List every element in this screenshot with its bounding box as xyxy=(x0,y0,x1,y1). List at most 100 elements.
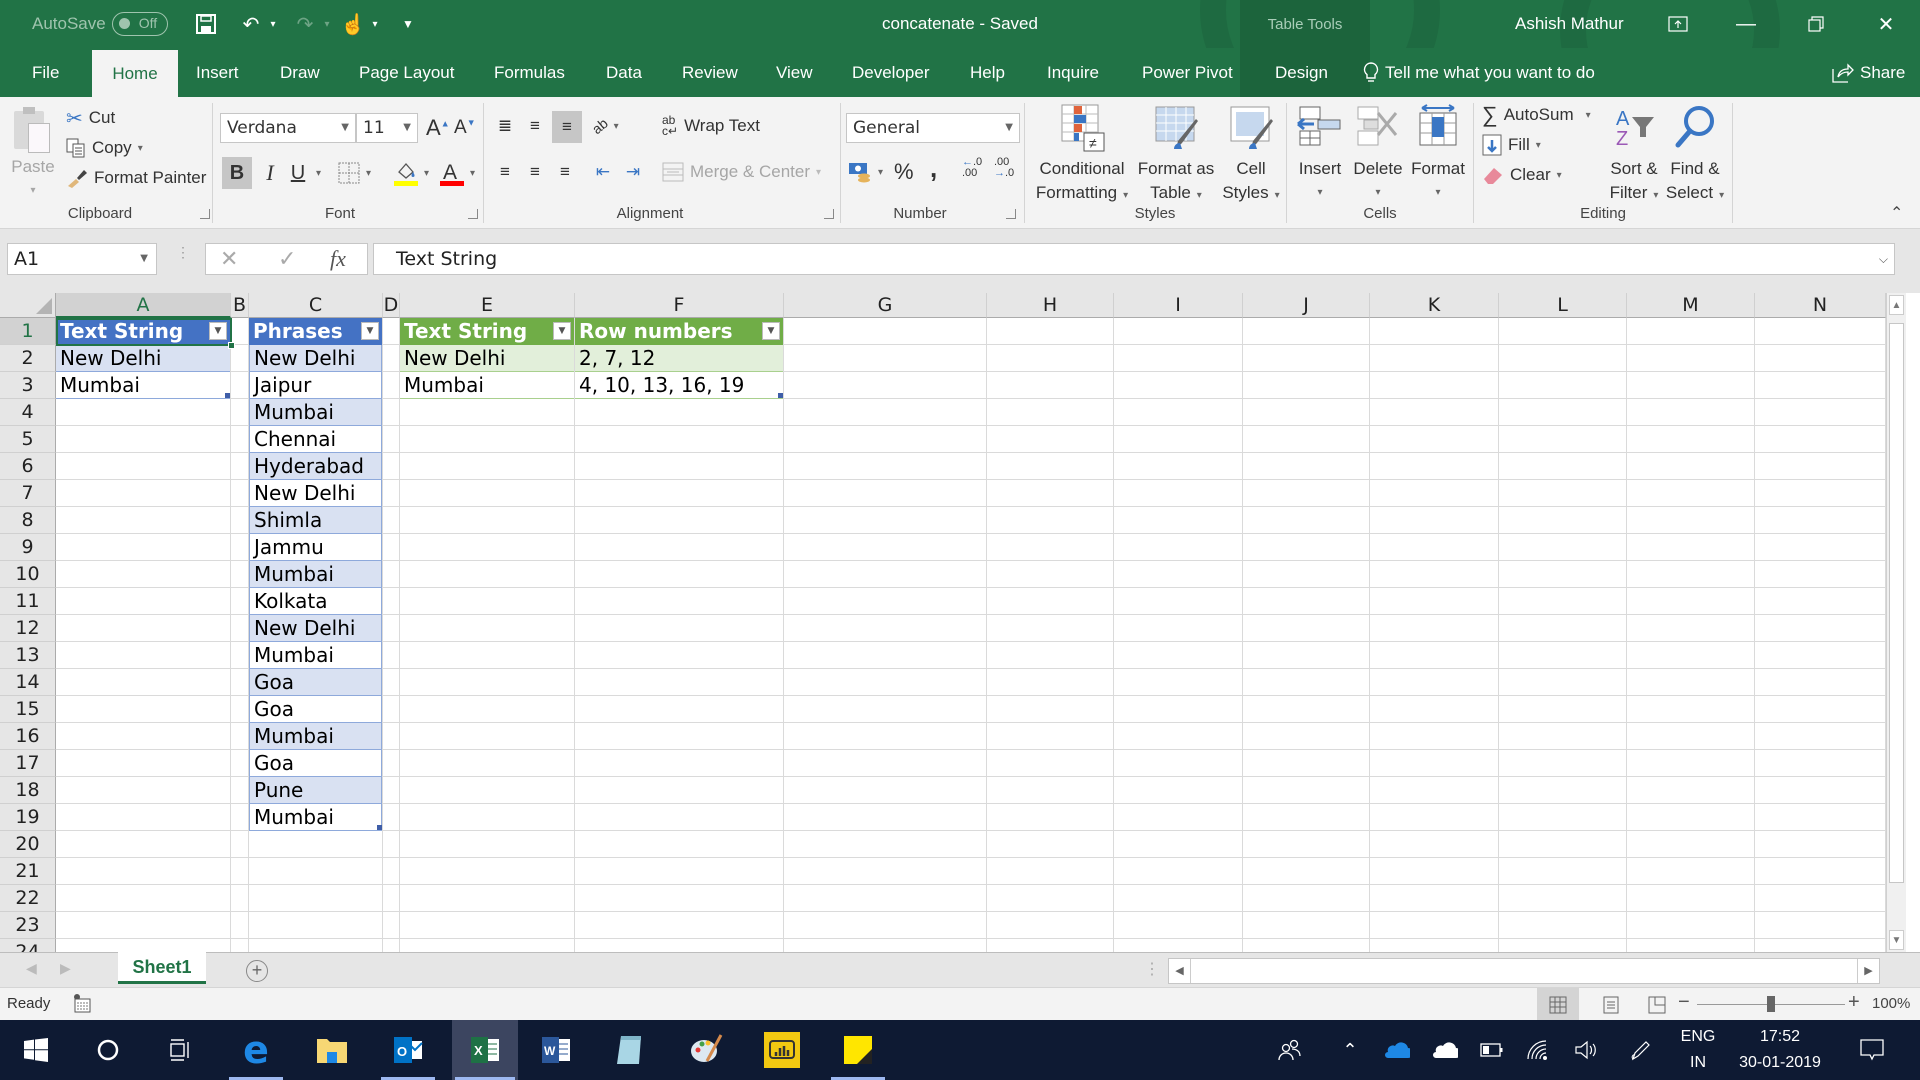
underline-dropdown-icon[interactable]: ▾ xyxy=(310,157,321,189)
row-header-6[interactable]: 6 xyxy=(0,453,56,480)
show-hidden-icons[interactable]: ⌃ xyxy=(1330,1020,1370,1080)
comma-style-button[interactable]: , xyxy=(930,153,937,183)
battery-icon[interactable] xyxy=(1472,1020,1512,1080)
undo-icon[interactable]: ↶ xyxy=(236,10,266,38)
font-family-select[interactable]: Verdana ▼ xyxy=(220,113,356,143)
table-cell[interactable]: Mumbai xyxy=(56,372,230,399)
start-button[interactable] xyxy=(6,1020,66,1080)
people-icon[interactable] xyxy=(1270,1020,1310,1080)
task-view-button[interactable] xyxy=(150,1020,210,1080)
onedrive-business-icon[interactable] xyxy=(1376,1020,1416,1080)
find-select-button[interactable]: Find & Select ▾ xyxy=(1664,103,1726,208)
font-launcher-icon[interactable]: ↘ xyxy=(468,209,478,219)
zoom-level[interactable]: 100% xyxy=(1872,995,1910,1012)
row-header-10[interactable]: 10 xyxy=(0,561,56,588)
taskbar-notepad[interactable] xyxy=(600,1020,660,1080)
tab-file[interactable]: File xyxy=(22,48,69,97)
tab-inquire[interactable]: Inquire xyxy=(1037,48,1109,97)
align-center-button[interactable]: ≡ xyxy=(522,157,548,187)
increase-font-size-button[interactable]: A▲ xyxy=(426,113,450,143)
column-header-j[interactable]: J xyxy=(1243,293,1370,318)
row-header-9[interactable]: 9 xyxy=(0,534,56,561)
table-header-phrases[interactable]: Phrases ▼ xyxy=(249,318,382,345)
zoom-in-button[interactable]: + xyxy=(1848,991,1860,1014)
scroll-left-icon[interactable]: ◀ xyxy=(1169,959,1191,983)
touch-mode-icon[interactable]: ☝ xyxy=(340,10,366,38)
cell-styles-button[interactable]: Cell Styles ▾ xyxy=(1218,103,1284,208)
sort-filter-button[interactable]: AZ Sort & Filter ▾ xyxy=(1604,103,1664,208)
zoom-slider-thumb[interactable] xyxy=(1767,996,1775,1012)
fill-color-button[interactable]: ▾ xyxy=(394,157,429,189)
column-header-a[interactable]: A xyxy=(56,293,231,318)
table-cell[interactable]: Pune xyxy=(249,777,382,804)
table-cell[interactable]: Mumbai xyxy=(249,399,382,426)
table-cell[interactable]: New Delhi xyxy=(249,480,382,507)
autosum-button[interactable]: ∑ AutoSum ▾ xyxy=(1482,101,1591,129)
name-box[interactable]: A1 ▼ xyxy=(7,243,157,275)
taskbar-power-bi[interactable] xyxy=(752,1020,812,1080)
next-sheet-icon[interactable]: ▶ xyxy=(60,960,71,977)
row-header-16[interactable]: 16 xyxy=(0,723,56,750)
decrease-indent-button[interactable]: ⇤ xyxy=(590,157,616,187)
table-cell[interactable]: Mumbai xyxy=(249,642,382,669)
row-header-11[interactable]: 11 xyxy=(0,588,56,615)
bold-button[interactable]: B xyxy=(222,157,252,189)
chevron-down-icon[interactable]: ▼ xyxy=(140,244,148,274)
table-cell[interactable]: Hyderabad xyxy=(249,453,382,480)
row-header-13[interactable]: 13 xyxy=(0,642,56,669)
tell-me-search[interactable]: Tell me what you want to do xyxy=(1363,48,1595,97)
tab-view[interactable]: View xyxy=(766,48,823,97)
add-sheet-button[interactable]: + xyxy=(246,960,268,982)
font-size-select[interactable]: 11 ▼ xyxy=(356,113,418,143)
formula-input[interactable]: Text String ⌵ xyxy=(373,243,1895,275)
table-cell[interactable]: Kolkata xyxy=(249,588,382,615)
row-header-20[interactable]: 20 xyxy=(0,831,56,858)
table-cell[interactable]: Mumbai xyxy=(249,723,382,750)
bottom-align-button[interactable]: ≡ xyxy=(552,111,582,143)
tab-page-layout[interactable]: Page Layout xyxy=(349,48,464,97)
pen-workspace-icon[interactable] xyxy=(1620,1020,1660,1080)
clipboard-launcher-icon[interactable]: ↘ xyxy=(200,209,210,219)
number-launcher-icon[interactable]: ↘ xyxy=(1006,209,1016,219)
table-cell[interactable]: Goa xyxy=(249,750,382,777)
table-cell[interactable]: 4, 10, 13, 16, 19 xyxy=(575,372,783,399)
row-header-12[interactable]: 12 xyxy=(0,615,56,642)
row-header-23[interactable]: 23 xyxy=(0,912,56,939)
font-color-dropdown-icon[interactable]: ▾ xyxy=(470,168,475,179)
column-header-m[interactable]: M xyxy=(1627,293,1755,318)
close-icon[interactable]: ✕ xyxy=(1856,0,1916,48)
table-resize-handle[interactable] xyxy=(778,393,783,398)
scroll-down-icon[interactable]: ▼ xyxy=(1889,930,1904,950)
table-cell[interactable]: New Delhi xyxy=(249,615,382,642)
table-cell[interactable]: Mumbai xyxy=(400,372,574,399)
filter-dropdown-icon[interactable]: ▼ xyxy=(553,322,571,340)
fill-color-dropdown-icon[interactable]: ▾ xyxy=(424,168,429,179)
format-as-table-button[interactable]: Format as Table ▾ xyxy=(1134,103,1218,208)
row-header-18[interactable]: 18 xyxy=(0,777,56,804)
taskbar-paint[interactable] xyxy=(676,1020,736,1080)
taskbar-excel[interactable]: X xyxy=(452,1020,518,1080)
align-left-button[interactable]: ≡ xyxy=(492,157,518,187)
taskbar-sticky-notes[interactable] xyxy=(828,1020,888,1080)
alignment-launcher-icon[interactable]: ↘ xyxy=(824,209,834,219)
column-header-l[interactable]: L xyxy=(1499,293,1627,318)
tab-review[interactable]: Review xyxy=(672,48,748,97)
user-name[interactable]: Ashish Mathur xyxy=(1515,0,1624,48)
save-icon[interactable] xyxy=(192,10,220,38)
table-cell[interactable]: Goa xyxy=(249,669,382,696)
undo-dropdown-icon[interactable]: ▾ xyxy=(266,10,280,38)
row-header-15[interactable]: 15 xyxy=(0,696,56,723)
customize-qat-icon[interactable]: ▼ xyxy=(400,10,416,38)
page-break-view-button[interactable] xyxy=(1636,988,1678,1021)
decrease-font-size-button[interactable]: A▼ xyxy=(454,113,476,143)
ribbon-display-options-icon[interactable] xyxy=(1648,0,1708,48)
underline-button[interactable]: U xyxy=(286,157,310,189)
table-cell[interactable]: New Delhi xyxy=(56,345,230,372)
table-cell[interactable]: Jammu xyxy=(249,534,382,561)
row-header-24[interactable]: 24 xyxy=(0,939,56,952)
copy-dropdown-icon[interactable]: ▾ xyxy=(138,143,143,154)
taskbar-outlook[interactable]: O xyxy=(378,1020,438,1080)
cortana-button[interactable] xyxy=(78,1020,138,1080)
filter-dropdown-icon[interactable]: ▼ xyxy=(209,322,227,340)
tab-home[interactable]: Home xyxy=(92,50,178,97)
